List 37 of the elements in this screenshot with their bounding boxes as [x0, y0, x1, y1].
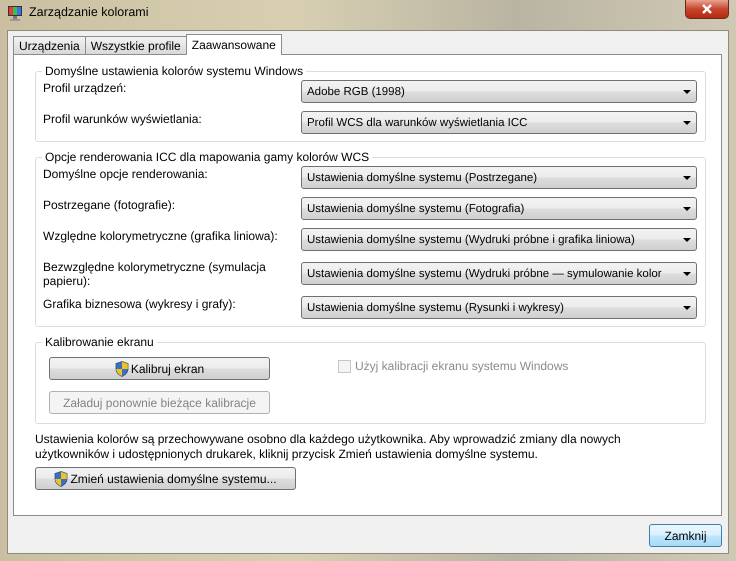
- dropdown[interactable]: Adobe RGB (1998): [301, 80, 697, 103]
- close-icon: [701, 4, 713, 14]
- close-button[interactable]: [685, 0, 729, 19]
- caret-icon: [683, 206, 691, 210]
- calibrate-button[interactable]: Kalibruj ekran: [49, 357, 270, 380]
- dropdown[interactable]: Ustawienia domyślne systemu (Wydruki próbne — symulowanie kolor: [301, 262, 697, 285]
- change-defaults-button[interactable]: Zmień ustawienia domyślne systemu...: [35, 467, 296, 490]
- field-label: Domyślne opcje renderowania:: [43, 166, 209, 181]
- dropdown[interactable]: Ustawienia domyślne systemu (Rysunki i wykresy): [301, 296, 697, 319]
- tab[interactable]: Urządzenia: [13, 36, 86, 54]
- dropdown[interactable]: Profil WCS dla warunków wyświetlania ICC: [301, 111, 697, 134]
- caret-icon: [683, 90, 691, 94]
- tab[interactable]: Wszystkie profile: [84, 36, 187, 54]
- group-title: Kalibrowanie ekranu: [44, 335, 155, 349]
- caret-icon: [683, 238, 691, 242]
- caret-icon: [683, 306, 691, 310]
- info-text: Ustawienia kolorów są przechowywane osobno dla każdego użytkownika. Aby wprowadzić zmiany dla nowych użytkowników i udostępnionych drukarek, kliknij przycisk Zmień ustawienia domyślne systemu.: [35, 432, 622, 462]
- tab[interactable]: Zaawansowane: [186, 34, 282, 55]
- field-label: Profil warunków wyświetlania:: [43, 111, 203, 126]
- window-title: Zarządzanie kolorami: [29, 4, 150, 21]
- shield-icon: [114, 360, 129, 376]
- field-label: Profil urządzeń:: [43, 80, 128, 95]
- caret-icon: [683, 120, 691, 124]
- group-title: Domyślne ustawienia kolorów systemu Windows: [44, 64, 304, 78]
- close-dialog-button[interactable]: Zamknij: [649, 524, 722, 547]
- field-label: Bezwzględne kolorymetryczne (symulacja papieru):: [43, 259, 267, 288]
- field-label: Względne kolorymetryczne (grafika liniowa):: [43, 228, 279, 243]
- caret-icon: [683, 176, 691, 180]
- field-label: Grafika biznesowa (wykresy i grafy):: [43, 296, 237, 311]
- dropdown[interactable]: Ustawienia domyślne systemu (Postrzegane): [301, 166, 697, 189]
- dropdown[interactable]: Ustawienia domyślne systemu (Fotografia): [301, 197, 697, 220]
- shield-icon: [54, 470, 68, 486]
- group-title: Opcje renderowania ICC dla mapowania gamy kolorów WCS: [44, 150, 370, 164]
- field-label: Postrzegane (fotografie):: [43, 197, 176, 212]
- dropdown[interactable]: Ustawienia domyślne systemu (Wydruki próbne i grafika liniowa): [301, 228, 697, 251]
- caret-icon: [683, 272, 691, 276]
- monitor-icon: [7, 5, 23, 21]
